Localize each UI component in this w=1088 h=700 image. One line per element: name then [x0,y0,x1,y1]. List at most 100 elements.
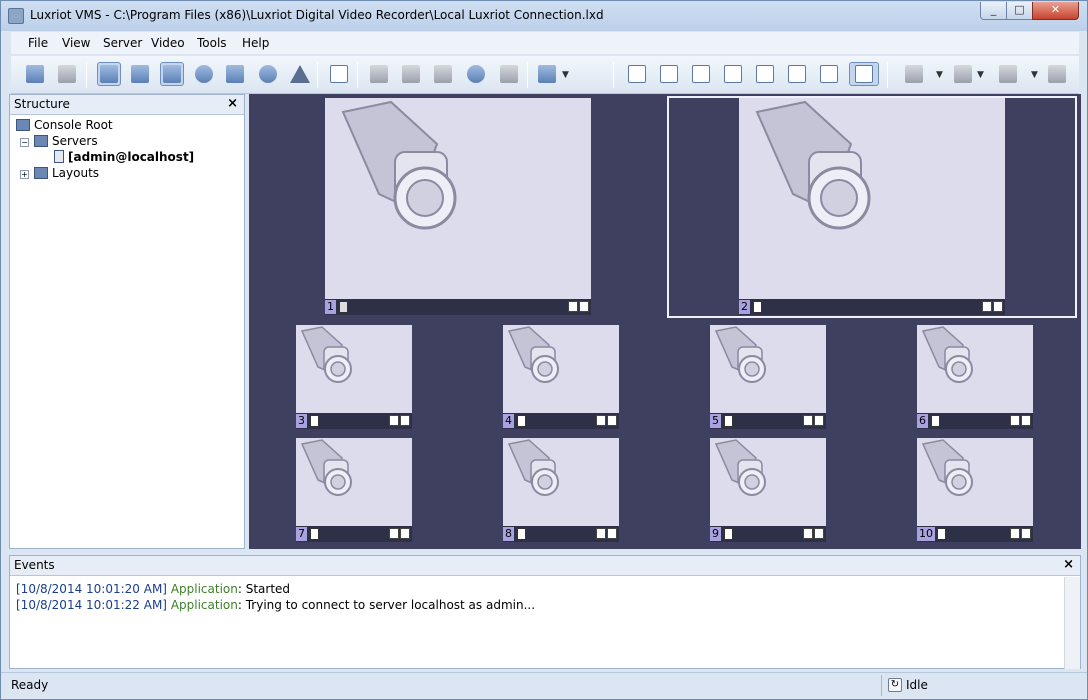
layout-1x1-button[interactable] [625,62,649,86]
layout-custom-icon [820,65,838,83]
close-button[interactable]: ✕ [1032,2,1079,20]
event-time: [10/8/2014 10:01:22 AM] [16,598,167,612]
console-root-icon [16,119,30,131]
layout-1p7-button[interactable] [785,62,809,86]
event-source: Application [170,582,238,596]
layout-3x3-button[interactable] [689,62,713,86]
fullscreen-icon [330,65,348,83]
camera-status-icons [1009,528,1031,540]
structure-button[interactable] [97,62,121,86]
status-cell: ↻ Idle [881,675,1077,696]
camera-number: 8 [503,527,514,541]
tree-node-console-root[interactable]: Console Root [16,118,113,132]
camera-number: 6 [917,414,928,428]
camera-settings-button[interactable] [902,62,926,86]
camera-cell-4[interactable]: 4 [503,325,619,429]
layout-custom-button[interactable] [817,62,841,86]
menu-view[interactable]: View [62,36,90,50]
camera-status-icons [567,301,589,313]
camera-placeholder-icon [296,438,412,526]
alert-button[interactable] [288,62,312,86]
motion-button[interactable] [996,62,1020,86]
toolbar-separator [887,62,888,88]
ptz-button[interactable] [367,62,391,86]
menu-help[interactable]: Help [242,36,269,50]
video-grid: 1 2 3 4 5 6 7 8 9 10 [249,94,1081,549]
camera-status-icons [981,301,1003,313]
play-button[interactable] [431,62,455,86]
servers-icon [34,135,48,147]
menu-tools[interactable]: Tools [197,36,227,50]
window-button[interactable] [1045,62,1069,86]
export-button[interactable] [497,62,521,86]
camera-cell-6[interactable]: 6 [917,325,1033,429]
camera-cell-3[interactable]: 3 [296,325,412,429]
record-button[interactable] [256,62,280,86]
camera-device-icon [931,415,940,427]
camera-device-icon [724,415,733,427]
camera-cell-2[interactable]: 2 [739,98,1005,315]
layout-list-icon [226,65,244,83]
camera-number: 5 [710,414,721,428]
layout-1p5-button[interactable] [753,62,777,86]
export-icon [500,65,518,83]
open-button[interactable] [23,62,47,86]
status-bar: Ready ↻ Idle [1,672,1087,699]
structure-title: Structure [14,97,70,111]
search-button[interactable] [128,62,152,86]
tree-node-server[interactable]: [admin@localhost] [54,150,194,164]
layout-list-button[interactable] [223,62,247,86]
camera-placeholder-icon [503,325,619,413]
events-close-button[interactable]: × [1063,557,1074,572]
chevron-down-icon[interactable]: ▼ [562,70,569,80]
camera-cell-10[interactable]: 10 [917,438,1033,542]
tree-expander-layouts[interactable]: + [20,170,29,179]
camera-cell-7[interactable]: 7 [296,438,412,542]
tree-expander-servers[interactable]: − [20,138,29,147]
layout-4x4-button[interactable] [721,62,745,86]
camera-cell-8[interactable]: 8 [503,438,619,542]
fullscreen-button[interactable] [327,62,351,86]
search-icon [131,65,149,83]
workstation-button[interactable] [535,62,559,86]
camera-device-icon [724,528,733,540]
camera-cell-1[interactable]: 1 [325,98,591,315]
edit-button[interactable] [160,62,184,86]
layout-2x2-button[interactable] [657,62,681,86]
window-title: Luxriot VMS - C:\Program Files (x86)\Lux… [30,8,604,22]
pin-icon [339,301,348,313]
camera-status-icons [1009,415,1031,427]
chevron-down-icon[interactable]: ▼ [936,70,943,80]
layout-4x4-icon [724,65,742,83]
camera-device-icon [310,528,319,540]
browser-button[interactable] [464,62,488,86]
camera-settings-icon [905,65,923,83]
camera-status-icons [802,528,824,540]
tree-node-servers[interactable]: Servers [34,134,98,148]
layout-1x1-icon [628,65,646,83]
minimize-button[interactable]: _ [980,2,1007,20]
camera-placeholder-icon [917,438,1033,526]
chevron-down-icon[interactable]: ▼ [977,70,984,80]
save-button[interactable] [55,62,79,86]
menu-server[interactable]: Server [103,36,142,50]
events-scrollbar[interactable] [1064,577,1080,669]
hand-button[interactable] [951,62,975,86]
maximize-button[interactable]: □ [1006,2,1033,20]
camera-status-bar: 2 [739,299,1005,315]
menu-video[interactable]: Video [151,36,185,50]
camera-cell-9[interactable]: 9 [710,438,826,542]
ptz-group-button[interactable] [399,62,423,86]
camera-status-bar: 8 [503,526,619,542]
tree-node-layouts[interactable]: Layouts [34,166,99,180]
camera-status-bar: 3 [296,413,412,429]
camera-number: 3 [296,414,307,428]
camera-cell-5[interactable]: 5 [710,325,826,429]
ptz-icon [370,65,388,83]
chevron-down-icon[interactable]: ▼ [1031,70,1038,80]
structure-close-button[interactable]: × [227,96,238,111]
menu-file[interactable]: File [28,36,48,50]
face-button[interactable] [192,62,216,86]
structure-icon [100,65,118,83]
layout-1p12-button[interactable] [849,62,879,86]
